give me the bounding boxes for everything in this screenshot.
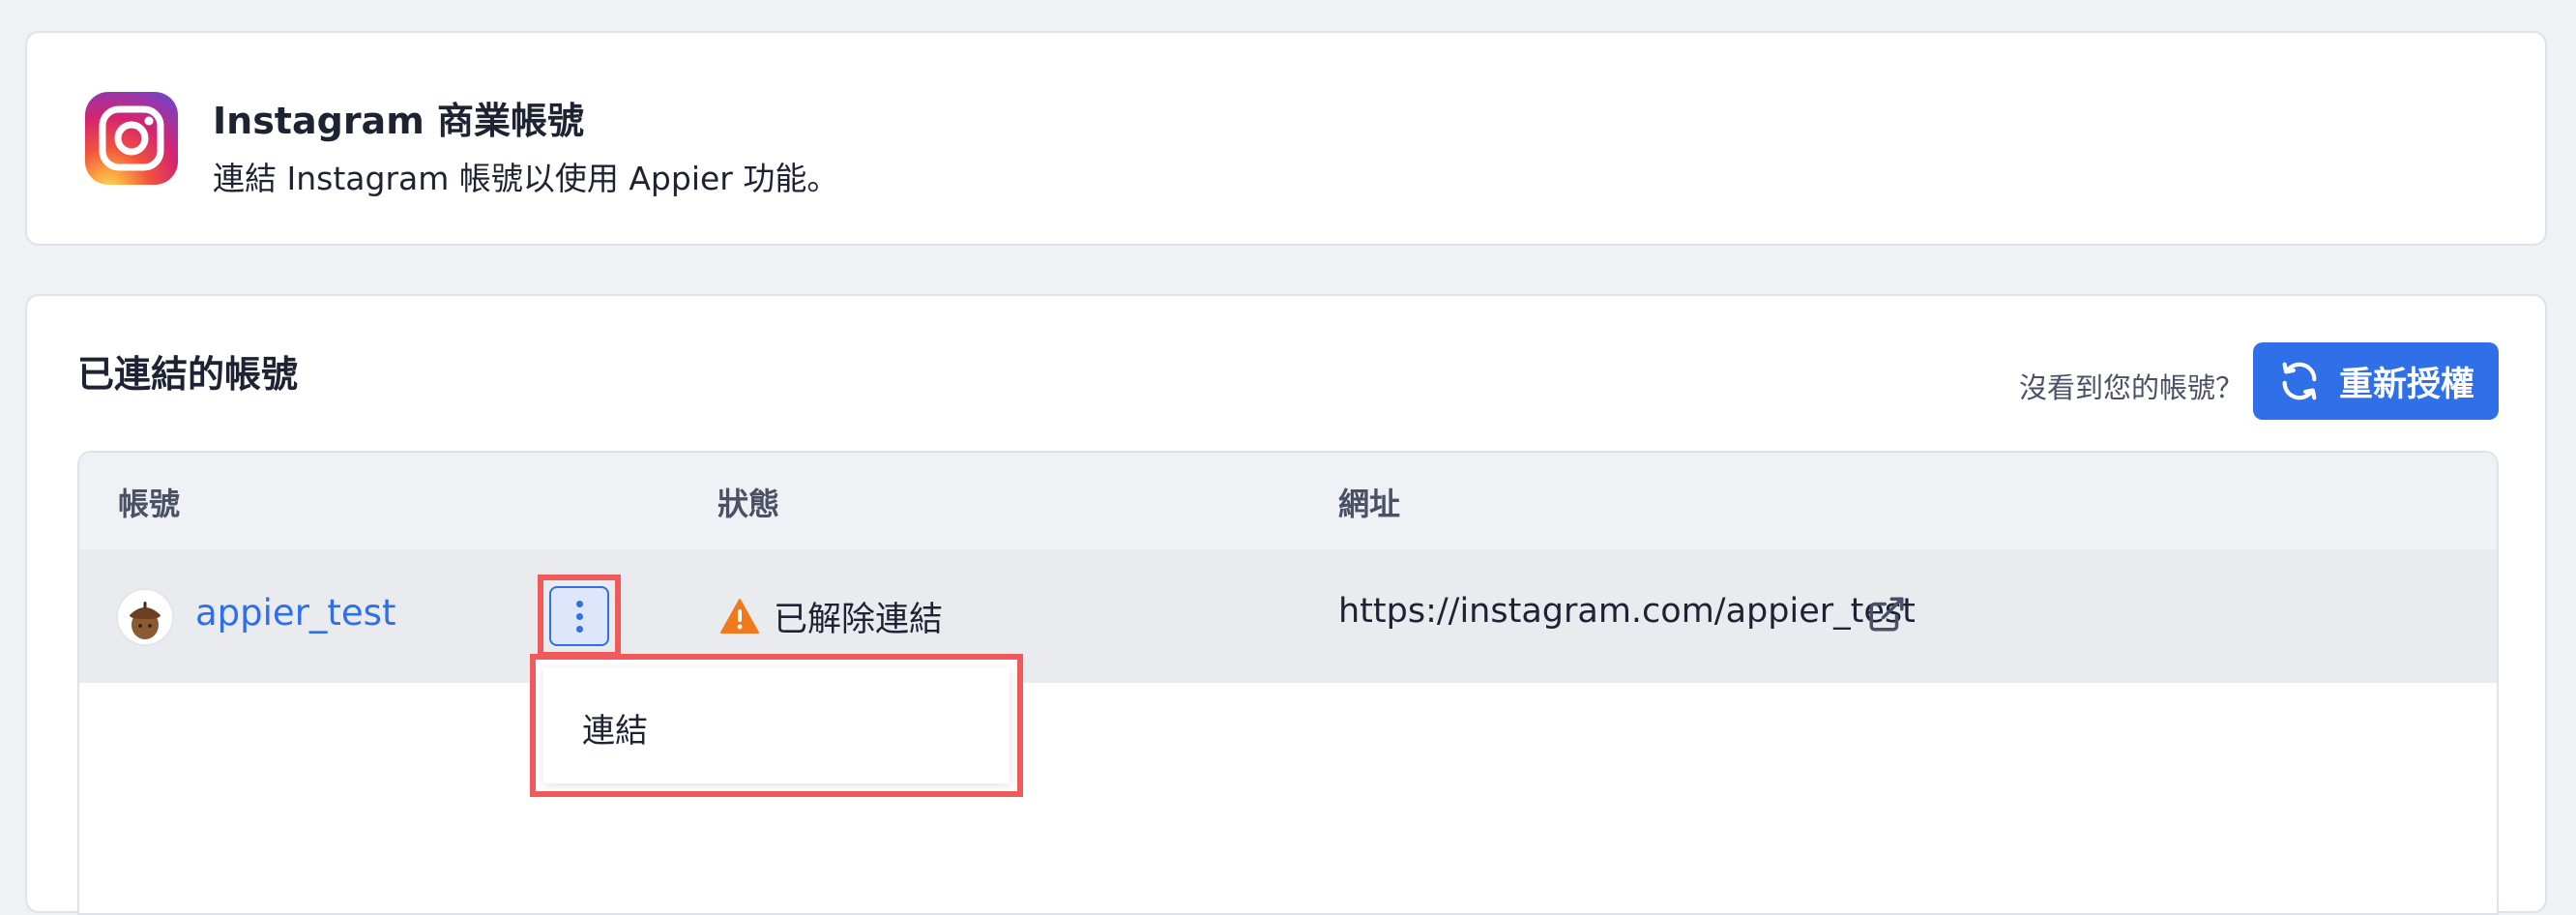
column-header-status: 狀態 [717,486,780,522]
instagram-header-card: Instagram 商業帳號 連結 Instagram 帳號以使用 Appier… [25,31,2547,246]
avatar [116,588,174,646]
column-header-url: 網址 [1338,486,1401,522]
account-url: https://instagram.com/appier_test [1338,592,1916,631]
page-description: 連結 Instagram 帳號以使用 Appier 功能。 [213,160,839,197]
section-title: 已連結的帳號 [77,353,299,396]
action-menu: 連結 [543,667,1010,783]
linked-accounts-card: 已連結的帳號 沒看到您的帳號？ 重新授權 帳號 狀態 網址 appier_tes… [25,294,2547,915]
account-name-link[interactable]: appier_test [195,592,395,634]
status-text: 已解除連結 [774,601,944,639]
column-header-account: 帳號 [118,486,181,522]
warning-icon [720,599,759,634]
page-title: Instagram 商業帳號 [213,100,585,142]
reauthorize-label: 重新授權 [2338,365,2474,404]
more-actions-button[interactable] [549,586,609,646]
reauthorize-button[interactable]: 重新授權 [2253,342,2499,420]
acorn-avatar-icon [130,602,161,639]
account-not-found-hint: 沒看到您的帳號？ [2018,371,2243,404]
external-link-icon[interactable] [1866,594,1907,635]
instagram-logo-icon [85,92,178,185]
more-actions-highlight [538,575,621,658]
accounts-table: 帳號 狀態 網址 appier_test 已解除連結 https://insta… [77,451,2499,915]
refresh-icon [2282,362,2317,400]
table-header: 帳號 狀態 網址 [79,453,2497,549]
table-row: appier_test 已解除連結 https://instagram.com/… [79,549,2497,683]
menu-item-connect[interactable]: 連結 [582,704,648,752]
action-menu-highlight: 連結 [530,654,1023,797]
more-vertical-icon [575,600,583,607]
